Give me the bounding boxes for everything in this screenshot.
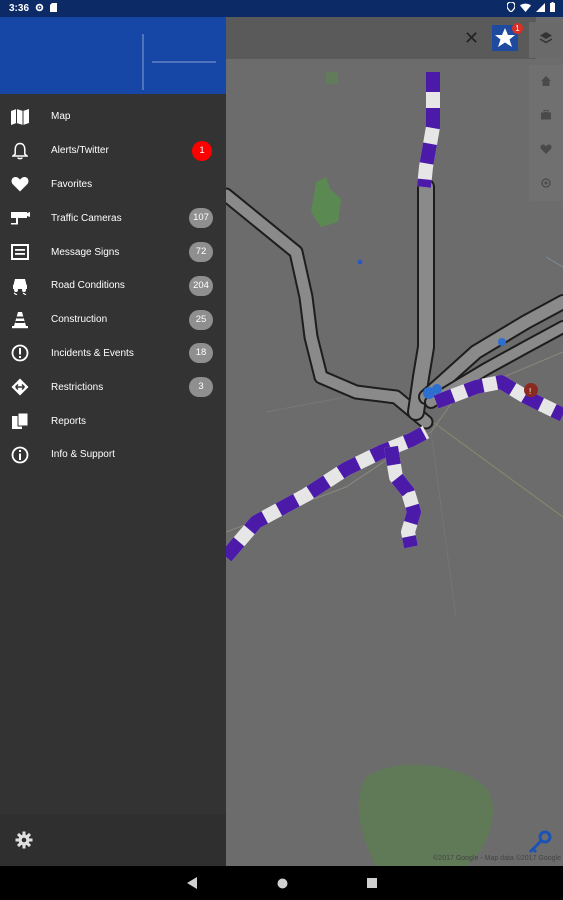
locate-button[interactable] [529,167,563,201]
camera-icon [10,208,30,228]
menu-item-label: Road Conditions [51,280,125,292]
menu-item-alerts-twitter[interactable]: Alerts/Twitter 1 [0,134,226,168]
key-icon[interactable] [527,829,553,861]
count-badge: 204 [189,275,213,296]
status-bar: 3:36 [0,0,563,17]
svg-text:!: ! [529,387,531,396]
incident-icon [10,343,30,363]
menu-item-message-signs[interactable]: Message Signs 72 [0,235,226,269]
recents-icon [367,878,377,888]
system-nav-bar [0,866,563,900]
location-icon [506,1,516,15]
menu-item-incidents-events[interactable]: Incidents & Events 18 [0,337,226,371]
map-search-bar[interactable] [226,17,536,59]
menu-item-label: Restrictions [51,381,104,393]
info-icon [10,445,30,465]
home-button[interactable] [268,866,296,900]
drawer-menu: Map Alerts/Twitter 1 Favorites Traffic C… [0,100,226,472]
menu-item-label: Reports [51,415,87,427]
cellular-signal-icon [536,2,545,15]
menu-item-info-support[interactable]: Info & Support [0,438,226,472]
map-canvas[interactable]: ! [226,17,563,866]
home-button[interactable] [529,65,563,99]
battery-icon [550,2,555,15]
count-badge: 107 [189,208,213,229]
menu-item-favorites[interactable]: Favorites [0,168,226,202]
heart-icon [10,174,30,194]
menu-item-reports[interactable]: Reports [0,404,226,438]
count-badge: 18 [189,343,213,364]
status-time: 3:36 [9,3,30,14]
menu-item-road-conditions[interactable]: Road Conditions 204 [0,269,226,303]
map-view[interactable]: ! ✕ 1 ©2017 Google - Map data ©2017 Goog… [226,17,563,866]
count-badge: 25 [189,309,213,330]
menu-item-label: Incidents & Events [51,347,134,359]
alert-count-badge: 1 [192,140,212,161]
menu-item-map[interactable]: Map [0,100,226,134]
close-icon[interactable]: ✕ [464,29,479,47]
header-logo-line [142,34,144,90]
menu-item-label: Traffic Cameras [51,212,122,224]
reports-icon [10,411,30,431]
drawer-header [0,17,226,94]
layers-button[interactable] [529,22,563,58]
heart-icon [540,144,552,154]
menu-item-label: Message Signs [51,246,120,258]
settings-gear-icon [35,3,44,15]
favorites-button[interactable] [529,133,563,167]
menu-item-label: Construction [51,314,108,326]
wifi-icon [520,3,531,15]
work-button[interactable] [529,99,563,133]
back-button[interactable] [178,866,206,900]
home-icon [277,878,287,888]
logo-badge: 1 [512,23,523,34]
sd-card-icon [50,2,58,15]
road-conditions-icon [10,276,30,296]
navigation-drawer: Map Alerts/Twitter 1 Favorites Traffic C… [0,17,226,866]
menu-item-label: Alerts/Twitter [51,145,109,157]
count-badge: 3 [189,377,213,398]
layers-icon [539,32,553,48]
drawer-footer [0,814,226,866]
message-sign-icon [10,242,30,262]
header-logo-line [152,61,216,63]
menu-item-restrictions[interactable]: Restrictions 3 [0,370,226,404]
count-badge: 72 [189,242,213,263]
cone-icon [10,310,30,330]
briefcase-icon [541,110,551,120]
back-icon [186,877,197,889]
home-icon [541,76,551,86]
menu-item-label: Map [51,111,71,123]
map-icon [10,107,30,127]
bell-icon [10,141,30,161]
locate-icon [541,178,551,188]
recents-button[interactable] [358,866,386,900]
menu-item-construction[interactable]: Construction 25 [0,303,226,337]
settings-icon[interactable] [15,831,33,854]
menu-item-traffic-cameras[interactable]: Traffic Cameras 107 [0,201,226,235]
restriction-icon [10,377,30,397]
menu-item-label: Info & Support [51,449,115,461]
map-controls [529,65,563,201]
menu-item-label: Favorites [51,178,93,190]
